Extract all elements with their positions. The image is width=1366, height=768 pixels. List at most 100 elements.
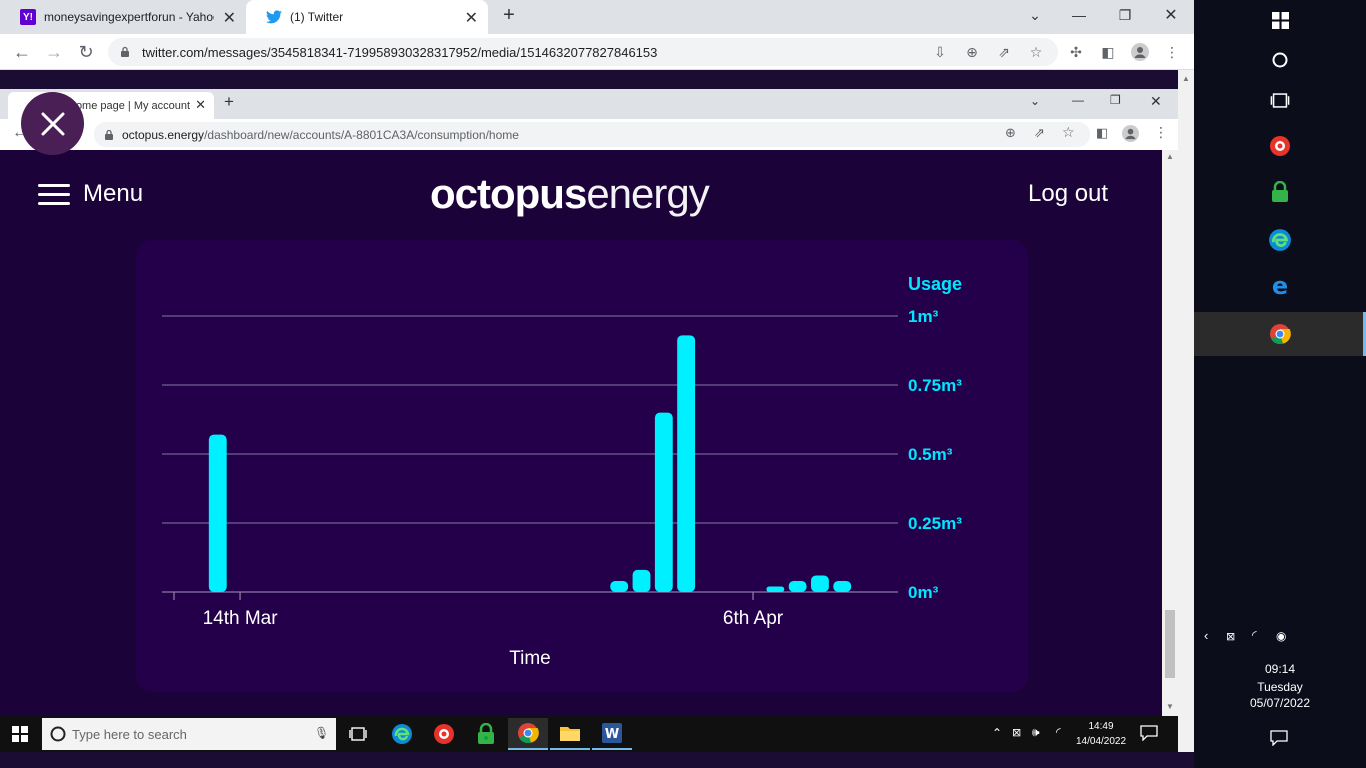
profile-avatar[interactable] <box>1130 42 1150 62</box>
taskbar-clock[interactable]: 14:49 14/04/2022 <box>1076 719 1126 749</box>
chrome-icon[interactable] <box>1254 314 1306 354</box>
octopus-logo[interactable]: octopusenergy <box>430 170 750 218</box>
logo-light: energy <box>586 170 709 217</box>
close-tab-icon[interactable]: ✕ <box>223 8 236 28</box>
bar <box>788 580 807 592</box>
tab-title: Home page | My account | <box>68 99 194 112</box>
cortana-icon[interactable] <box>1254 40 1306 80</box>
twitter-icon <box>266 9 282 25</box>
taskbar-time: 14:49 <box>1088 721 1114 732</box>
screen: Y! moneysavingexpertforun - Yahoo ✕ (1) … <box>0 0 1366 768</box>
octopus-site: Menu octopusenergy Log out Usage 0m³ 0.25m… <box>0 150 1162 716</box>
inner-address-bar[interactable]: octopus.energy/dashboard/new/accounts/A-… <box>94 122 1090 147</box>
minimize-button[interactable]: — <box>1072 93 1084 107</box>
bar <box>632 569 651 592</box>
task-view-icon[interactable] <box>338 718 378 750</box>
menu-kebab-icon[interactable]: ⋮ <box>1154 124 1168 141</box>
webcam-icon[interactable]: ◉ <box>1276 629 1286 643</box>
search-placeholder: Type here to search <box>72 726 187 742</box>
scroll-thumb[interactable] <box>1165 610 1175 678</box>
close-window-button[interactable]: ✕ <box>1148 0 1194 30</box>
antivirus-icon[interactable] <box>1254 126 1306 166</box>
zoom-icon[interactable]: ⊕ <box>962 42 982 62</box>
new-tab-button[interactable]: + <box>224 92 234 112</box>
forward-button[interactable]: → <box>42 40 66 64</box>
restore-button[interactable]: ❐ <box>1102 0 1148 30</box>
wifi-icon[interactable]: ◜ <box>1056 725 1061 739</box>
y-axis-label: Usage <box>908 274 962 294</box>
task-view-icon[interactable] <box>1254 80 1306 120</box>
vpn-lock-icon[interactable] <box>466 718 506 750</box>
close-media-button[interactable] <box>21 92 84 155</box>
hamburger-icon[interactable] <box>38 184 70 208</box>
volume-icon[interactable]: 🕪 <box>1032 725 1040 740</box>
vpn-lock-icon[interactable] <box>1254 172 1306 212</box>
inner-toolbar: ← octopus.energy/dashboard/new/accounts/… <box>0 119 1178 150</box>
x-tick-label: 14th Mar <box>203 608 279 629</box>
new-tab-button[interactable]: + <box>498 4 520 28</box>
chart-card: Usage 0m³ 0.25m³ 0.5m³ 0.75m³ 1m³ 14th Mar 6th … <box>136 240 1028 692</box>
menu-kebab-icon[interactable]: ⋮ <box>1162 42 1182 62</box>
close-window-button[interactable]: ✕ <box>1150 93 1162 110</box>
share-icon[interactable]: ⇗ <box>1034 125 1045 141</box>
outer-page-bottom <box>0 752 1194 768</box>
install-icon[interactable]: ⇩ <box>930 42 950 62</box>
notifications-icon[interactable] <box>1270 730 1288 751</box>
restore-button[interactable]: ❐ <box>1110 93 1121 107</box>
notifications-icon[interactable] <box>1140 725 1158 746</box>
wifi-icon[interactable]: ◜ <box>1252 628 1257 642</box>
svg-text:e: e <box>1272 275 1288 297</box>
inner-scrollbar[interactable]: ▲ ▼ <box>1162 150 1178 716</box>
lock-icon <box>121 46 129 57</box>
antivirus-icon[interactable] <box>424 718 464 750</box>
bookmark-star-icon[interactable]: ☆ <box>1062 124 1075 141</box>
microphone-icon[interactable]: 🎙 <box>314 726 329 740</box>
show-hidden-icons[interactable]: ⌃ <box>992 726 1002 740</box>
show-hidden-icons[interactable]: ‹ <box>1204 628 1208 643</box>
y-tick-label: 0.75m³ <box>908 376 962 395</box>
side-panel-icon[interactable]: ◧ <box>1096 125 1108 141</box>
share-icon[interactable]: ⇗ <box>994 42 1014 62</box>
back-button[interactable]: ← <box>10 40 34 64</box>
zoom-icon[interactable]: ⊕ <box>1005 125 1016 141</box>
outer-tab-yahoo[interactable]: Y! moneysavingexpertforun - Yahoo ✕ <box>0 0 246 34</box>
outer-tab-twitter[interactable]: (1) Twitter ✕ <box>246 0 488 34</box>
side-clock-day: Tuesday <box>1257 680 1303 694</box>
reload-button[interactable]: ↻ <box>74 40 98 64</box>
minimize-button[interactable]: — <box>1056 0 1102 30</box>
y-tick-label: 0.25m³ <box>908 514 962 533</box>
edge-icon[interactable] <box>382 718 422 750</box>
side-clock-time: 09:14 <box>1264 662 1296 676</box>
outer-toolbar: ← → ↻ twitter.com/messages/3545818341-71… <box>0 34 1194 70</box>
menu-button[interactable]: Menu <box>83 180 143 208</box>
word-icon[interactable]: W <box>592 718 632 750</box>
side-panel-icon[interactable]: ◧ <box>1098 42 1118 62</box>
close-tab-icon[interactable]: ✕ <box>465 8 478 28</box>
file-explorer-icon[interactable] <box>550 718 590 750</box>
outer-tab-strip: Y! moneysavingexpertforun - Yahoo ✕ (1) … <box>0 0 1194 34</box>
outer-scrollbar[interactable]: ▲ <box>1178 70 1194 768</box>
bar <box>610 580 629 592</box>
tab-search-icon[interactable]: ⌄ <box>1012 0 1058 30</box>
extensions-icon[interactable]: ✣ <box>1066 42 1086 62</box>
logout-button[interactable]: Log out <box>1028 180 1108 208</box>
network-icon[interactable]: ⊠ <box>1226 630 1235 643</box>
profile-avatar[interactable] <box>1122 125 1139 147</box>
edge-legacy-icon[interactable]: e <box>1254 266 1306 306</box>
x-axis-label: Time <box>509 648 551 669</box>
taskbar-search[interactable]: Type here to search 🎙 <box>42 718 336 750</box>
outer-address-bar[interactable]: twitter.com/messages/3545818341-71995893… <box>108 38 1058 66</box>
y-tick-label: 0m³ <box>908 583 939 602</box>
tab-title: (1) Twitter <box>290 10 344 24</box>
network-icon[interactable]: ⊠ <box>1012 726 1021 739</box>
edge-icon[interactable] <box>1254 220 1306 260</box>
tab-search-icon[interactable]: ⌄ <box>1030 94 1040 108</box>
windows-start-icon[interactable] <box>12 726 28 747</box>
chrome-icon[interactable] <box>508 718 548 750</box>
bookmark-star-icon[interactable]: ☆ <box>1026 42 1046 62</box>
windows-start-icon[interactable] <box>1254 0 1306 40</box>
logo-bold: octopus <box>430 170 587 217</box>
lock-icon <box>105 129 113 140</box>
close-tab-icon[interactable]: ✕ <box>195 97 206 113</box>
right-side-panel: e ‹ ⊠ ◜ ◉ 09:14 Tuesday 05/07/2022 <box>1194 0 1366 768</box>
